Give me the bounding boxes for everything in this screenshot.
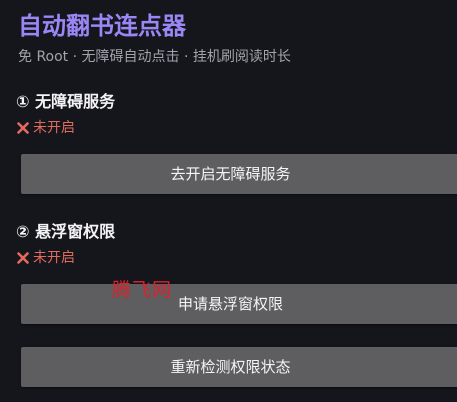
recheck-permissions-button-label: 重新检测权限状态: [170, 358, 291, 376]
app-title: 自动翻书连点器: [18, 12, 186, 40]
cross-mark-icon: [17, 252, 29, 264]
recheck-permissions-button[interactable]: 重新检测权限状态: [21, 347, 457, 387]
status-text-accessibility: 未开启: [33, 120, 75, 136]
section-title-overlay: ② 悬浮窗权限: [16, 222, 116, 241]
section-title-accessibility: ① 无障碍服务: [16, 92, 116, 111]
status-row-overlay: 未开启: [16, 248, 75, 268]
cross-mark-icon: [17, 122, 29, 134]
enable-accessibility-button-label: 去开启无障碍服务: [170, 165, 291, 183]
status-row-accessibility: 未开启: [16, 118, 75, 138]
request-overlay-permission-button-label: 申请悬浮窗权限: [177, 295, 283, 313]
app-subtitle: 免 Root · 无障碍自动点击 · 挂机刷阅读时长: [18, 49, 291, 65]
enable-accessibility-button[interactable]: 去开启无障碍服务: [21, 154, 457, 194]
permission-setup-screen: 自动翻书连点器 免 Root · 无障碍自动点击 · 挂机刷阅读时长 ① 无障碍…: [0, 0, 457, 402]
status-text-overlay: 未开启: [33, 250, 75, 266]
request-overlay-permission-button[interactable]: 申请悬浮窗权限: [21, 284, 457, 324]
